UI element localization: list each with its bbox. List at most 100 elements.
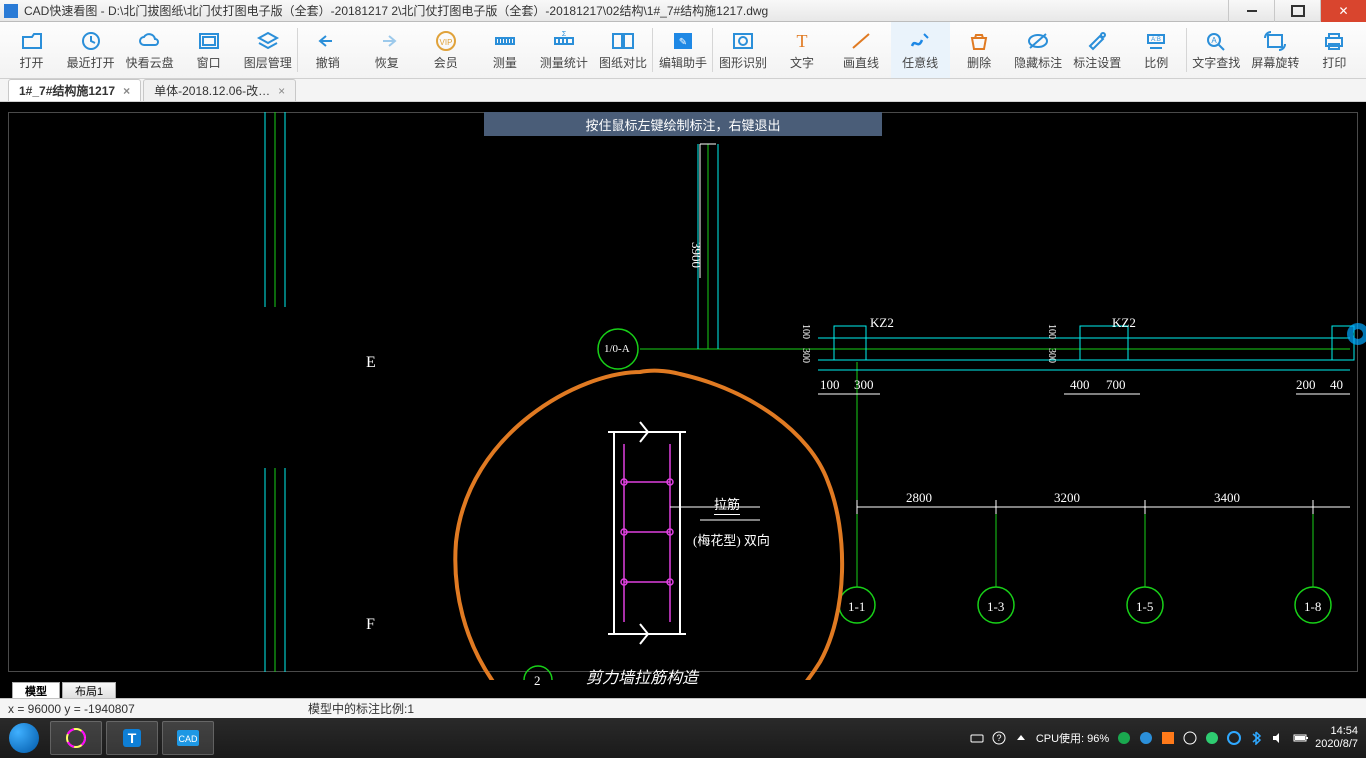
toolbar-freeline-button[interactable]: 任意线	[891, 22, 950, 78]
svg-text:CAD: CAD	[178, 734, 198, 744]
grid-bubble-1-5: 1-5	[1136, 599, 1153, 615]
tray-up-icon[interactable]	[1014, 731, 1028, 745]
toolbar-label: 隐藏标注	[1014, 54, 1062, 71]
span-3200: 3200	[1054, 490, 1080, 506]
drawing-canvas[interactable]: 按住鼠标左键绘制标注，右键退出	[0, 102, 1366, 680]
window-buttons	[1228, 0, 1366, 22]
print-icon	[1321, 30, 1347, 52]
dim-40: 40	[1330, 377, 1343, 393]
status-scale: 模型中的标注比例:1	[308, 700, 414, 717]
toolbar-anno-setting-button[interactable]: 标注设置	[1068, 22, 1127, 78]
dim-400: 400	[1070, 377, 1090, 393]
toolbar-find-text-button[interactable]: A 文字查找	[1187, 22, 1246, 78]
toolbar-label: 窗口	[197, 54, 221, 71]
svg-text:✎: ✎	[679, 37, 687, 48]
shape-rec-icon	[730, 30, 756, 52]
toolbar-layer-button[interactable]: 图层管理	[238, 22, 297, 78]
toolbar-scale-button[interactable]: A:B比例	[1127, 22, 1186, 78]
span-2800: 2800	[906, 490, 932, 506]
system-tray: ? CPU使用: 96% 14:54 2020/8/7	[970, 725, 1366, 751]
toolbar-shape-rec-button[interactable]: 图形识别	[713, 22, 772, 78]
dim-200: 200	[1296, 377, 1316, 393]
toolbar-label: 文字查找	[1192, 54, 1240, 71]
maximize-button[interactable]	[1274, 0, 1320, 22]
tray-volume-icon[interactable]	[1271, 731, 1285, 745]
taskbar-app-2[interactable]: T	[106, 721, 158, 755]
toolbar-label: 恢复	[375, 54, 399, 71]
main-toolbar: 打开最近打开快看云盘 窗口 图层管理撤销恢复 VIP会员测量 Σ 测量统计图纸对比 ✎编辑助…	[0, 22, 1366, 78]
grid-bubble-1-8: 1-8	[1304, 599, 1321, 615]
dim-700: 700	[1106, 377, 1126, 393]
app-icon	[4, 4, 18, 18]
tab-close-icon[interactable]: ×	[278, 84, 285, 98]
layout-tab[interactable]: 布局1	[62, 682, 116, 698]
layer-icon	[255, 30, 281, 52]
cloud-icon	[137, 30, 163, 52]
measure-stats-icon: Σ	[551, 30, 577, 52]
toolbar-label: 会员	[434, 54, 458, 71]
line-icon	[848, 30, 874, 52]
toolbar-compare-button[interactable]: 图纸对比	[593, 22, 652, 78]
tab-close-icon[interactable]: ×	[123, 84, 130, 98]
svg-text:A:B: A:B	[1151, 37, 1161, 43]
toolbar-vip-button[interactable]: VIP会员	[416, 22, 475, 78]
document-tab[interactable]: 单体-2018.12.06-改…×	[143, 79, 296, 101]
toolbar-rotate-button[interactable]: 屏幕旋转	[1246, 22, 1305, 78]
tray-icon-e[interactable]	[1205, 731, 1219, 745]
tab-label: 1#_7#结构施1217	[19, 82, 115, 99]
tray-battery-icon[interactable]	[1293, 731, 1307, 745]
svg-text:A: A	[1212, 36, 1218, 45]
status-coords: x = 96000 y = -1940807	[8, 702, 308, 716]
toolbar-line-button[interactable]: 画直线	[832, 22, 891, 78]
toolbar-delete-button[interactable]: 删除	[950, 22, 1009, 78]
window-title: CAD快速看图 - D:\北门拔图纸\北门仗打图电子版（全套）-20181217…	[24, 2, 1228, 19]
minimize-button[interactable]	[1228, 0, 1274, 22]
toolbar-label: 删除	[967, 54, 991, 71]
tray-icon-f[interactable]	[1227, 731, 1241, 745]
toolbar-text-button[interactable]: T文字	[772, 22, 831, 78]
redo-icon	[374, 30, 400, 52]
toolbar-print-button[interactable]: 打印	[1305, 22, 1364, 78]
toolbar-window-button[interactable]: 窗口	[179, 22, 238, 78]
toolbar-measure-button[interactable]: 测量	[475, 22, 534, 78]
taskbar-app-cad[interactable]: CAD	[162, 721, 214, 755]
toolbar-hide-anno-button[interactable]: 隐藏标注	[1009, 22, 1068, 78]
toolbar-label: 屏幕旋转	[1251, 54, 1299, 71]
layout-tab[interactable]: 模型	[12, 682, 60, 698]
toolbar-undo-button[interactable]: 撤销	[298, 22, 357, 78]
detail-anno1: 拉筋	[714, 494, 740, 515]
svg-text:?: ?	[996, 733, 1001, 743]
toolbar-label: 图纸对比	[599, 54, 647, 71]
svg-text:T: T	[128, 730, 137, 746]
tray-clock[interactable]: 14:54 2020/8/7	[1315, 725, 1358, 751]
axis-label-F: F	[366, 616, 375, 634]
vdim-300a: 300	[800, 348, 811, 363]
tray-icon-c[interactable]	[1161, 731, 1175, 745]
tray-icon-d[interactable]	[1183, 731, 1197, 745]
toolbar-redo-button[interactable]: 恢复	[357, 22, 416, 78]
vdim-300b: 300	[1046, 348, 1057, 363]
close-button[interactable]	[1320, 0, 1366, 22]
toolbar-edit-assist-button[interactable]: ✎编辑助手	[653, 22, 712, 78]
toolbar-label: 测量统计	[540, 54, 588, 71]
tray-keyboard-icon[interactable]	[970, 731, 984, 745]
tray-help-icon[interactable]: ?	[992, 731, 1006, 745]
freeline-icon	[907, 30, 933, 52]
document-tab[interactable]: 1#_7#结构施1217 ×	[8, 79, 141, 101]
toolbar-cloud-button[interactable]: 快看云盘	[120, 22, 179, 78]
tray-date: 2020/8/7	[1315, 738, 1358, 751]
measure-icon	[492, 30, 518, 52]
start-button[interactable]	[0, 718, 48, 758]
toolbar-label: 快看云盘	[126, 54, 174, 71]
toolbar-label: 标注设置	[1073, 54, 1121, 71]
toolbar-label: 图层管理	[244, 54, 292, 71]
tray-bluetooth-icon[interactable]	[1249, 731, 1263, 745]
toolbar-measure-stats-button[interactable]: Σ 测量统计	[534, 22, 593, 78]
text-icon: T	[789, 30, 815, 52]
toolbar-open-button[interactable]: 打开	[2, 22, 61, 78]
toolbar-recent-button[interactable]: 最近打开	[61, 22, 120, 78]
tray-icon-a[interactable]	[1117, 731, 1131, 745]
toolbar-label: 画直线	[843, 54, 879, 71]
taskbar-app-1[interactable]	[50, 721, 102, 755]
tray-icon-b[interactable]	[1139, 731, 1153, 745]
